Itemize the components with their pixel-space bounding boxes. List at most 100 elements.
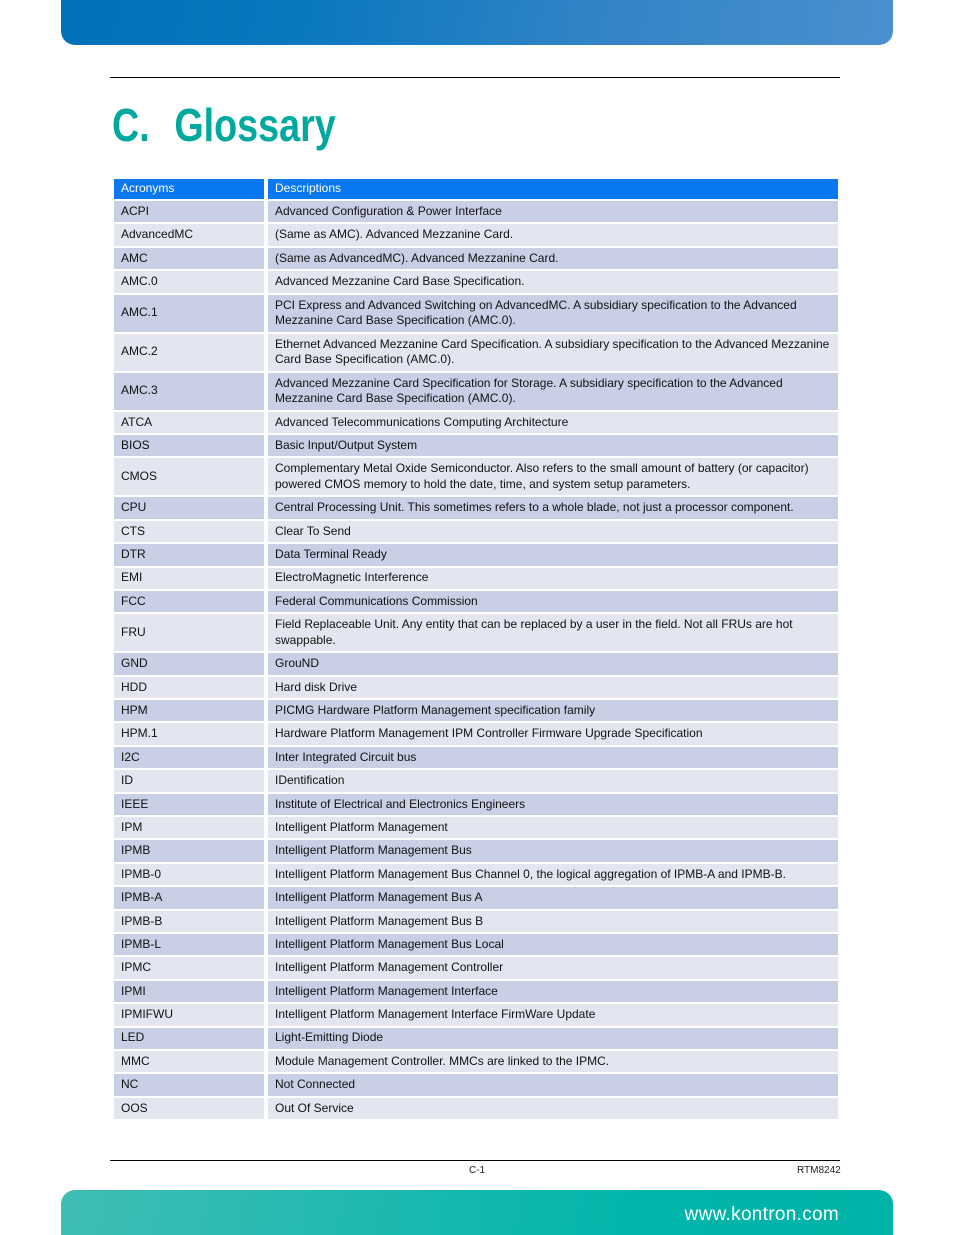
- acronym-cell: LED: [114, 1027, 264, 1049]
- description-cell: Module Management Controller. MMCs are l…: [268, 1050, 838, 1073]
- acronym-cell: MMC: [114, 1050, 264, 1073]
- acronym-cell: IPMB-A: [114, 887, 264, 909]
- column-header-acronyms: Acronyms: [114, 179, 264, 199]
- table-row: NC Not Connected: [114, 1074, 838, 1096]
- table-row: IPMB-L Intelligent Platform Management Bu…: [114, 933, 838, 956]
- description-cell: Hardware Platform Management IPM Control…: [268, 723, 838, 745]
- description-cell: Intelligent Platform Management Bus Loca…: [268, 933, 838, 956]
- description-cell: Advanced Mezzanine Card Specification fo…: [268, 372, 838, 410]
- chapter-number: C.: [112, 99, 150, 151]
- description-cell: Clear To Send: [268, 520, 838, 543]
- description-cell: IDentification: [268, 770, 838, 792]
- acronym-cell: IPMB-L: [114, 933, 264, 956]
- table-row: GND GrouND: [114, 653, 838, 675]
- table-row: AMC (Same as AdvancedMC). Advanced Mezzan…: [114, 247, 838, 270]
- table-row: FRU Field Replaceable Unit. Any entity th…: [114, 614, 838, 652]
- description-cell: Federal Communications Commission: [268, 590, 838, 613]
- acronym-cell: IPMIFWU: [114, 1004, 264, 1026]
- acronym-cell: OOS: [114, 1097, 264, 1120]
- footer-divider: [110, 1160, 840, 1161]
- table-row: BIOS Basic Input/Output System: [114, 434, 838, 457]
- description-cell: ElectroMagnetic Interference: [268, 567, 838, 589]
- page-title: C. Glossary: [112, 98, 336, 152]
- acronym-cell: FCC: [114, 590, 264, 613]
- description-cell: Central Processing Unit. This sometimes …: [268, 497, 838, 519]
- table-row: IPM Intelligent Platform Management: [114, 817, 838, 839]
- description-cell: Intelligent Platform Management Interfac…: [268, 1004, 838, 1026]
- acronym-cell: AMC: [114, 247, 264, 270]
- acronym-cell: IPMB-B: [114, 910, 264, 932]
- description-cell: (Same as AdvancedMC). Advanced Mezzanine…: [268, 247, 838, 270]
- description-cell: Hard disk Drive: [268, 676, 838, 699]
- description-cell: GrouND: [268, 653, 838, 675]
- table-row: CPU Central Processing Unit. This sometim…: [114, 497, 838, 519]
- acronym-cell: HPM: [114, 700, 264, 722]
- acronym-cell: CMOS: [114, 458, 264, 496]
- acronym-cell: AMC.3: [114, 372, 264, 410]
- glossary-table: Acronyms Descriptions ACPI Advanced Confi…: [114, 179, 838, 1121]
- acronym-cell: I2C: [114, 746, 264, 769]
- description-cell: PCI Express and Advanced Switching on Ad…: [268, 294, 838, 332]
- description-cell: Data Terminal Ready: [268, 544, 838, 566]
- page-number: C-1: [469, 1165, 486, 1176]
- description-cell: Basic Input/Output System: [268, 434, 838, 457]
- acronym-cell: BIOS: [114, 434, 264, 457]
- table-row: MMC Module Management Controller. MMCs ar…: [114, 1050, 838, 1073]
- table-row: IPMB Intelligent Platform Management Bus: [114, 840, 838, 862]
- table-row: FCC Federal Communications Commission: [114, 590, 838, 613]
- acronym-cell: CPU: [114, 497, 264, 519]
- description-cell: Advanced Telecommunications Computing Ar…: [268, 411, 838, 433]
- description-cell: PICMG Hardware Platform Management speci…: [268, 700, 838, 722]
- description-cell: Intelligent Platform Management Bus: [268, 840, 838, 862]
- table-row: IPMB-A Intelligent Platform Management Bu…: [114, 887, 838, 909]
- acronym-cell: IPMI: [114, 980, 264, 1003]
- description-cell: Intelligent Platform Management Bus B: [268, 910, 838, 932]
- acronym-cell: IEEE: [114, 793, 264, 816]
- description-cell: Field Replaceable Unit. Any entity that …: [268, 614, 838, 652]
- acronym-cell: NC: [114, 1074, 264, 1096]
- header-divider: [110, 77, 840, 78]
- description-cell: Intelligent Platform Management Interfac…: [268, 980, 838, 1003]
- table-row: IPMB-B Intelligent Platform Management Bu…: [114, 910, 838, 932]
- table-row: AMC.0 Advanced Mezzanine Card Base Specif…: [114, 271, 838, 293]
- description-cell: Out Of Service: [268, 1097, 838, 1120]
- acronym-cell: IPM: [114, 817, 264, 839]
- document-name: RTM8242: [797, 1165, 841, 1176]
- table-row: IPMIFWU Intelligent Platform Management I…: [114, 1004, 838, 1026]
- table-row: ATCA Advanced Telecommunications Computin…: [114, 411, 838, 433]
- table-row: IPMB-0 Intelligent Platform Management Bu…: [114, 863, 838, 886]
- table-row: CMOS Complementary Metal Oxide Semiconduc…: [114, 458, 838, 496]
- acronym-cell: IPMB: [114, 840, 264, 862]
- description-cell: Inter Integrated Circuit bus: [268, 746, 838, 769]
- acronym-cell: AMC.1: [114, 294, 264, 332]
- table-row: AMC.3 Advanced Mezzanine Card Specificati…: [114, 372, 838, 410]
- chapter-title: Glossary: [174, 99, 336, 151]
- table-header-row: Acronyms Descriptions: [114, 179, 838, 199]
- table-row: ID IDentification: [114, 770, 838, 792]
- acronym-cell: ID: [114, 770, 264, 792]
- description-cell: Intelligent Platform Management Controll…: [268, 957, 838, 979]
- description-cell: Intelligent Platform Management Bus A: [268, 887, 838, 909]
- description-cell: Advanced Configuration & Power Interface: [268, 201, 838, 223]
- table-row: IPMC Intelligent Platform Management Cont…: [114, 957, 838, 979]
- acronym-cell: AMC.2: [114, 333, 264, 371]
- acronym-cell: EMI: [114, 567, 264, 589]
- website-link[interactable]: www.kontron.com: [685, 1204, 839, 1226]
- column-header-descriptions: Descriptions: [268, 179, 838, 199]
- table-row: AMC.1 PCI Express and Advanced Switching …: [114, 294, 838, 332]
- bottom-banner: www.kontron.com: [61, 1190, 893, 1235]
- description-cell: Advanced Mezzanine Card Base Specificati…: [268, 271, 838, 293]
- description-cell: Complementary Metal Oxide Semiconductor.…: [268, 458, 838, 496]
- description-cell: Institute of Electrical and Electronics …: [268, 793, 838, 816]
- acronym-cell: AMC.0: [114, 271, 264, 293]
- table-row: ACPI Advanced Configuration & Power Inter…: [114, 201, 838, 223]
- table-row: AMC.2 Ethernet Advanced Mezzanine Card Sp…: [114, 333, 838, 371]
- acronym-cell: AdvancedMC: [114, 224, 264, 246]
- table-row: HPM PICMG Hardware Platform Management sp…: [114, 700, 838, 722]
- acronym-cell: GND: [114, 653, 264, 675]
- table-row: AdvancedMC (Same as AMC). Advanced Mezzan…: [114, 224, 838, 246]
- table-row: LED Light-Emitting Diode: [114, 1027, 838, 1049]
- description-cell: Not Connected: [268, 1074, 838, 1096]
- acronym-cell: ACPI: [114, 201, 264, 223]
- acronym-cell: IPMB-0: [114, 863, 264, 886]
